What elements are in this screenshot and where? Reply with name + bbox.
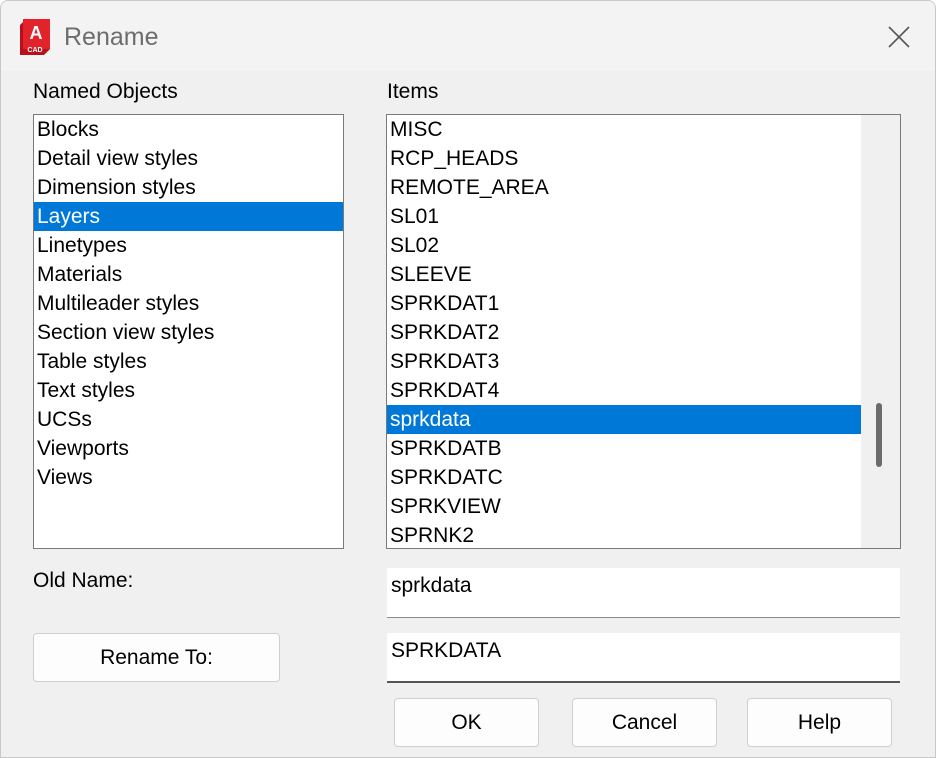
items-list-container: MISC RCP_HEADS REMOTE_AREA SL01 SL02 SLEEVE SP… <box>386 114 901 549</box>
list-item[interactable]: Views <box>34 463 343 492</box>
list-item[interactable]: Section view styles <box>34 318 343 347</box>
window-title: Rename <box>64 23 159 51</box>
cancel-button[interactable]: Cancel <box>572 698 717 747</box>
list-item[interactable]: Text styles <box>34 376 343 405</box>
list-item[interactable]: MISC <box>387 115 862 144</box>
list-item[interactable]: SL01 <box>387 202 862 231</box>
old-name-label: Old Name: <box>33 569 134 592</box>
list-item[interactable]: SPRKDAT4 <box>387 376 862 405</box>
list-item[interactable]: SPRKDAT1 <box>387 289 862 318</box>
list-item[interactable]: Materials <box>34 260 343 289</box>
old-name-field: sprkdata <box>387 568 900 618</box>
list-item[interactable]: REMOTE_AREA <box>387 173 862 202</box>
rename-to-button[interactable]: Rename To: <box>33 633 280 682</box>
list-item[interactable]: RCP_HEADS <box>387 144 862 173</box>
help-button[interactable]: Help <box>747 698 892 747</box>
list-item[interactable]: Blocks <box>34 115 343 144</box>
list-item[interactable]: SPRKDATB <box>387 434 862 463</box>
named-objects-label: Named Objects <box>33 80 178 103</box>
rename-to-field[interactable]: SPRKDATA <box>387 633 900 683</box>
list-item[interactable]: Detail view styles <box>34 144 343 173</box>
items-list[interactable]: MISC RCP_HEADS REMOTE_AREA SL01 SL02 SLEEVE SP… <box>387 115 862 548</box>
scroll-thumb[interactable] <box>876 403 882 467</box>
list-item[interactable]: Dimension styles <box>34 173 343 202</box>
ok-button[interactable]: OK <box>394 698 539 747</box>
close-button[interactable] <box>873 15 925 59</box>
list-item[interactable]: UCSs <box>34 405 343 434</box>
list-item[interactable]: SL02 <box>387 231 862 260</box>
list-item[interactable]: Layers <box>34 202 343 231</box>
app-icon-letter: A <box>30 23 43 43</box>
list-item[interactable]: SLEEVE <box>387 260 862 289</box>
list-item[interactable]: Viewports <box>34 434 343 463</box>
list-item[interactable]: SPRKVIEW <box>387 492 862 521</box>
named-objects-list[interactable]: Blocks Detail view styles Dimension styles… <box>33 114 344 549</box>
list-item[interactable]: Multileader styles <box>34 289 343 318</box>
list-item[interactable]: SPRKDAT3 <box>387 347 862 376</box>
close-icon <box>888 26 910 48</box>
list-item[interactable]: Table styles <box>34 347 343 376</box>
items-label: Items <box>387 80 439 103</box>
list-item[interactable]: sprkdata <box>387 405 862 434</box>
app-icon-sub: CAD <box>27 47 42 54</box>
list-item[interactable]: SPRNK2 <box>387 521 862 548</box>
items-scrollbar[interactable] <box>861 115 900 548</box>
autocad-icon: A CAD <box>20 19 50 55</box>
list-item[interactable]: Linetypes <box>34 231 343 260</box>
list-item[interactable]: SPRKDAT2 <box>387 318 862 347</box>
title-bar[interactable]: A CAD Rename <box>1 1 935 71</box>
list-item[interactable]: SPRKDATC <box>387 463 862 492</box>
rename-dialog: A CAD Rename Named Objects Items Blocks D… <box>0 0 936 758</box>
